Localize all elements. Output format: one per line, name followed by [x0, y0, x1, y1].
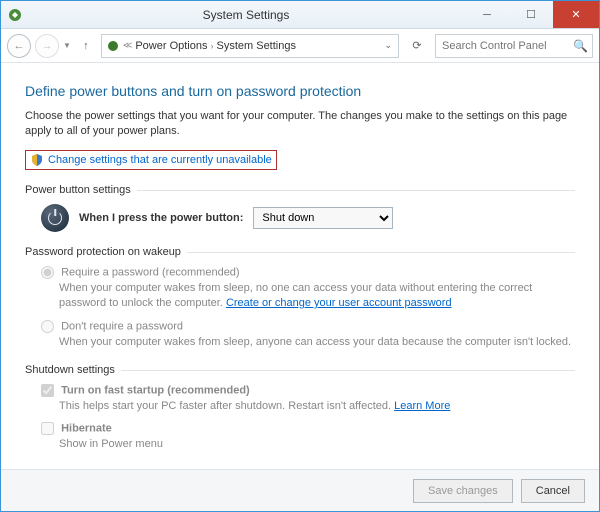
content-area: Define power buttons and turn on passwor…	[1, 63, 599, 469]
fast-startup-desc: This helps start your PC faster after sh…	[59, 399, 575, 414]
forward-button[interactable]: →	[35, 34, 59, 58]
window-title: System Settings	[27, 8, 465, 22]
power-icon	[41, 204, 69, 232]
section-password: Password protection on wakeup	[25, 246, 575, 258]
refresh-button[interactable]: ⟳	[405, 34, 429, 58]
breadcrumb-item[interactable]: System Settings	[217, 40, 296, 52]
back-button[interactable]: ←	[7, 34, 31, 58]
require-password-radio	[41, 266, 54, 279]
page-description: Choose the power settings that you want …	[25, 109, 575, 140]
no-password-radio	[41, 320, 54, 333]
search-wrapper: 🔍	[435, 34, 593, 58]
hibernate-label: Hibernate	[61, 423, 112, 435]
footer: Save changes Cancel	[1, 469, 599, 511]
fast-startup-checkbox	[41, 384, 54, 397]
cancel-button[interactable]: Cancel	[521, 479, 585, 503]
no-password-option: Don't require a password When your compu…	[41, 320, 575, 350]
section-shutdown: Shutdown settings	[25, 364, 575, 376]
search-icon[interactable]: 🔍	[573, 39, 588, 53]
change-settings-link[interactable]: Change settings that are currently unava…	[25, 150, 277, 170]
shield-icon	[30, 153, 44, 167]
app-icon	[7, 7, 23, 23]
power-button-row: When I press the power button: Shut down	[41, 204, 575, 232]
maximize-button[interactable]: ☐	[509, 1, 553, 28]
fast-startup-label: Turn on fast startup (recommended)	[61, 384, 250, 396]
dropdown-arrow[interactable]: ▼	[63, 41, 71, 50]
save-button[interactable]: Save changes	[413, 479, 513, 503]
no-password-label: Don't require a password	[61, 320, 183, 332]
hibernate-option: Hibernate Show in Power menu	[41, 422, 575, 452]
breadcrumb-dropdown[interactable]: ⌄	[384, 40, 392, 51]
require-password-label: Require a password (recommended)	[61, 266, 240, 278]
close-button[interactable]: ✕	[553, 1, 599, 28]
chevron-icon: ≪	[123, 40, 132, 51]
window-controls: ─ ☐ ✕	[465, 1, 599, 28]
navbar: ← → ▼ ↑ ≪ Power Options › System Setting…	[1, 29, 599, 63]
power-button-select[interactable]: Shut down	[253, 207, 393, 229]
change-settings-text: Change settings that are currently unava…	[48, 154, 272, 166]
power-plan-icon	[106, 39, 120, 53]
breadcrumb-item[interactable]: Power Options	[135, 40, 207, 52]
hibernate-checkbox	[41, 422, 54, 435]
require-password-desc: When your computer wakes from sleep, no …	[59, 281, 575, 312]
no-password-desc: When your computer wakes from sleep, any…	[59, 335, 575, 350]
power-button-label: When I press the power button:	[79, 212, 243, 224]
titlebar: System Settings ─ ☐ ✕	[1, 1, 599, 29]
learn-more-link[interactable]: Learn More	[394, 400, 450, 412]
page-heading: Define power buttons and turn on passwor…	[25, 83, 575, 99]
up-button[interactable]: ↑	[75, 35, 97, 57]
require-password-option: Require a password (recommended) When yo…	[41, 266, 575, 312]
fast-startup-option: Turn on fast startup (recommended) This …	[41, 384, 575, 414]
create-password-link[interactable]: Create or change your user account passw…	[226, 297, 452, 309]
minimize-button[interactable]: ─	[465, 1, 509, 28]
search-input[interactable]	[435, 34, 593, 58]
hibernate-desc: Show in Power menu	[59, 437, 575, 452]
section-power-button: Power button settings	[25, 184, 575, 196]
chevron-icon: ›	[211, 41, 214, 51]
breadcrumb[interactable]: ≪ Power Options › System Settings ⌄	[101, 34, 399, 58]
